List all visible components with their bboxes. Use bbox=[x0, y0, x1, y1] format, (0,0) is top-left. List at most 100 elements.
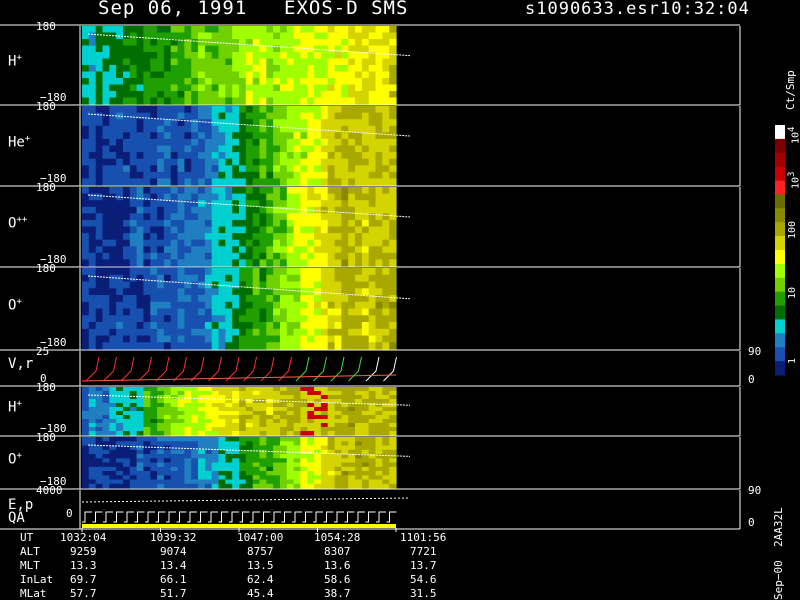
heatmap-cell bbox=[218, 466, 226, 472]
heatmap-cell bbox=[239, 441, 247, 447]
heatmap-cell bbox=[82, 466, 90, 472]
heatmap-cell bbox=[88, 423, 97, 428]
heatmap-cell bbox=[82, 427, 90, 432]
heatmap-cell bbox=[157, 65, 165, 73]
heatmap-cell bbox=[389, 132, 397, 140]
heatmap-cell bbox=[225, 112, 233, 120]
heatmap-cell bbox=[320, 427, 329, 432]
heatmap-cell bbox=[368, 308, 377, 316]
heatmap-cell bbox=[116, 106, 124, 114]
heatmap-cell bbox=[300, 178, 308, 186]
heatmap-cell bbox=[382, 239, 390, 247]
heatmap-cell bbox=[136, 315, 144, 323]
heatmap-cell bbox=[204, 315, 213, 323]
heatmap-cell bbox=[293, 411, 301, 416]
heatmap-cell bbox=[232, 391, 240, 396]
heatmap-cell bbox=[320, 106, 329, 114]
heatmap-cell bbox=[320, 301, 329, 310]
heatmap-cell bbox=[375, 471, 383, 476]
heatmap-cell bbox=[300, 200, 308, 208]
heatmap-cell bbox=[204, 479, 213, 485]
heatmap-cell bbox=[252, 213, 261, 221]
heatmap-cell bbox=[375, 437, 383, 442]
heatmap-cell bbox=[259, 387, 267, 392]
heatmap-cell bbox=[245, 419, 254, 424]
heatmap-cell bbox=[375, 458, 383, 464]
heatmap-cell bbox=[280, 403, 288, 408]
heatmap-cell bbox=[88, 475, 97, 481]
heatmap-cell bbox=[273, 246, 281, 254]
heatmap-cell bbox=[307, 431, 315, 436]
heatmap-cell bbox=[293, 78, 301, 86]
heatmap-cell bbox=[389, 226, 397, 234]
heatmap-cell bbox=[204, 152, 213, 160]
heatmap-cell bbox=[232, 415, 240, 420]
heatmap-cell bbox=[184, 274, 192, 283]
heatmap-cell bbox=[170, 239, 179, 247]
qa-step bbox=[376, 511, 386, 523]
heatmap-cell bbox=[266, 39, 274, 47]
heatmap-cell bbox=[218, 239, 226, 247]
heatmap-cell bbox=[341, 387, 349, 392]
heatmap-cell bbox=[198, 471, 206, 476]
heatmap-cell bbox=[177, 399, 185, 404]
heatmap-cell bbox=[109, 391, 117, 396]
heatmap-cell bbox=[389, 112, 397, 120]
heatmap-cell bbox=[320, 226, 329, 234]
heatmap-cell bbox=[314, 423, 322, 428]
heatmap-cell bbox=[348, 165, 356, 173]
heatmap-cell bbox=[320, 65, 329, 73]
heatmap-cell bbox=[368, 165, 377, 173]
heatmap-cell bbox=[150, 475, 158, 481]
heatmap-cell bbox=[355, 58, 363, 66]
heatmap-cell bbox=[382, 483, 390, 489]
heatmap-cell bbox=[307, 462, 315, 468]
heatmap-cell bbox=[334, 165, 342, 173]
colorbar-swatch bbox=[775, 152, 785, 168]
heatmap-cell bbox=[314, 315, 322, 323]
heatmap-cell bbox=[150, 427, 158, 432]
heatmap-cell bbox=[116, 239, 124, 247]
heatmap-cell bbox=[198, 213, 206, 221]
heatmap-cell bbox=[293, 483, 301, 489]
footer-cell: 62.4 bbox=[247, 573, 274, 586]
heatmap-cell bbox=[157, 479, 165, 485]
heatmap-cell bbox=[102, 106, 110, 114]
heatmap-cell bbox=[368, 315, 377, 323]
heatmap-cell bbox=[355, 187, 363, 195]
heatmap-cell bbox=[286, 415, 295, 420]
colorbar-swatch bbox=[775, 194, 785, 209]
heatmap-cell bbox=[375, 187, 383, 195]
heatmap-cell bbox=[341, 458, 349, 464]
heatmap-cell bbox=[368, 419, 377, 424]
heatmap-cell bbox=[389, 138, 397, 147]
heatmap-cell bbox=[198, 281, 206, 289]
heatmap-cell bbox=[355, 233, 363, 241]
heatmap-cell bbox=[300, 252, 308, 260]
heatmap-cell bbox=[184, 411, 192, 416]
heatmap-cell bbox=[116, 226, 124, 234]
heatmap-cell bbox=[307, 132, 315, 140]
heatmap-cell bbox=[239, 112, 247, 120]
heatmap-cell bbox=[116, 335, 124, 343]
heatmap-cell bbox=[355, 466, 363, 472]
heatmap-cell bbox=[129, 431, 138, 436]
heatmap-cell bbox=[129, 213, 138, 221]
heatmap-cell bbox=[211, 466, 220, 472]
heatmap-cell bbox=[191, 193, 199, 201]
heatmap-cell bbox=[389, 411, 397, 416]
heatmap-cell bbox=[88, 158, 97, 166]
heatmap-cell bbox=[280, 145, 288, 153]
heatmap-cell bbox=[293, 281, 301, 289]
heatmap-cell bbox=[116, 475, 124, 481]
heatmap-cell bbox=[252, 268, 261, 276]
heatmap-cell bbox=[102, 423, 110, 428]
heatmap-cell bbox=[280, 411, 288, 416]
heatmap-cell bbox=[177, 193, 185, 201]
heatmap-cell bbox=[334, 239, 342, 247]
heatmap-cell bbox=[361, 226, 370, 234]
heatmap-cell bbox=[314, 274, 322, 283]
heatmap-cell bbox=[88, 39, 97, 47]
heatmap-cell bbox=[184, 246, 192, 254]
colorbar-swatch bbox=[775, 277, 785, 293]
